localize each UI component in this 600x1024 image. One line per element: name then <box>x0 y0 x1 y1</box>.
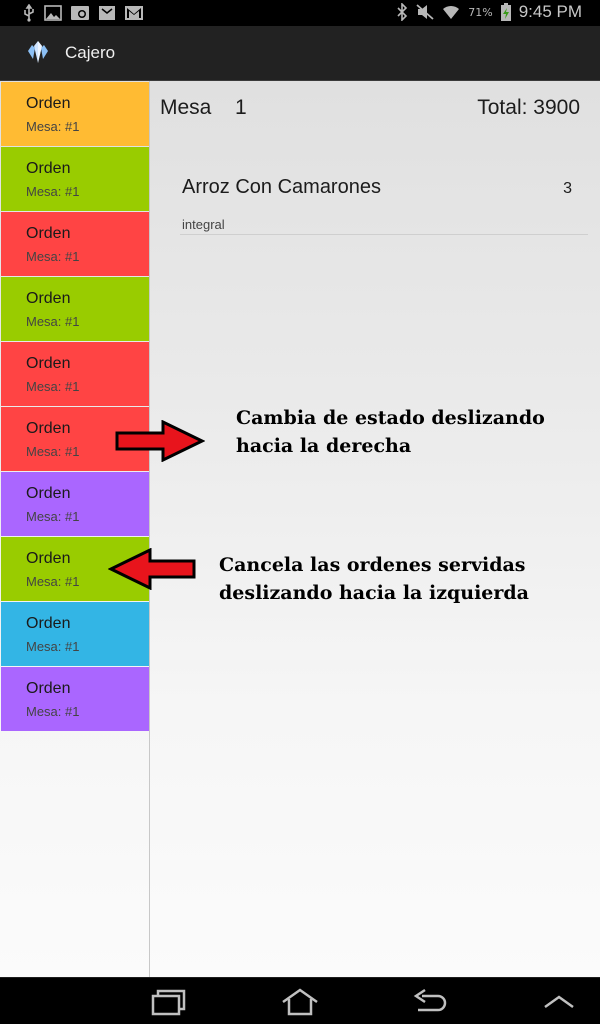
item-name: Arroz Con Camarones <box>182 176 381 198</box>
order-title: Orden <box>26 355 71 372</box>
arrow-right-icon <box>115 420 205 462</box>
arrow-left-icon <box>108 548 196 590</box>
clock: 9:45 PM <box>518 2 582 21</box>
order-item[interactable]: Orden Mesa: #1 <box>1 472 149 536</box>
mute-icon <box>416 4 434 20</box>
recent-apps-icon[interactable] <box>150 988 188 1016</box>
back-icon[interactable] <box>412 988 448 1016</box>
usb-icon <box>24 4 34 22</box>
order-title: Orden <box>26 95 71 112</box>
app-logo-icon[interactable] <box>25 39 51 65</box>
app-title: Cajero <box>65 43 116 62</box>
wifi-icon <box>443 5 460 19</box>
arrow-right-shape <box>115 420 205 462</box>
swipe-right-hint: Cambia de estado deslizando hacia la der… <box>236 404 545 460</box>
swipe-right-hint-line1: Cambia de estado deslizando <box>236 407 545 429</box>
order-table: Mesa: #1 <box>26 184 80 199</box>
order-title: Orden <box>26 485 71 502</box>
order-table: Mesa: #1 <box>26 249 80 264</box>
orders-list[interactable]: Orden Mesa: #1 Orden Mesa: #1 Orden Mesa… <box>0 81 150 977</box>
item-note: integral <box>182 217 225 232</box>
order-table: Mesa: #1 <box>26 639 80 654</box>
table-number: 1 <box>235 96 247 119</box>
order-table: Mesa: #1 <box>26 509 80 524</box>
battery-percent: 71% <box>468 5 493 19</box>
bluetooth-icon <box>397 3 408 21</box>
item-quantity: 3 <box>563 180 572 197</box>
order-table: Mesa: #1 <box>26 574 80 589</box>
system-status: 71% 9:45 PM <box>396 2 582 22</box>
order-item[interactable]: Orden Mesa: #1 <box>1 212 149 276</box>
order-title: Orden <box>26 225 71 242</box>
email-icon <box>99 6 115 20</box>
status-bar: 71% 9:45 PM <box>0 0 600 26</box>
order-detail: Mesa 1 Total: 3900 Arroz Con Camarones 3… <box>150 81 600 977</box>
sync-icon <box>71 6 89 20</box>
order-table: Mesa: #1 <box>26 119 80 134</box>
order-item[interactable]: Orden Mesa: #1 <box>1 277 149 341</box>
image-icon <box>44 5 62 21</box>
gmail-icon <box>125 6 143 20</box>
order-table: Mesa: #1 <box>26 444 80 459</box>
order-item[interactable]: Orden Mesa: #1 <box>1 342 149 406</box>
order-item[interactable]: Orden Mesa: #1 <box>1 602 149 666</box>
divider <box>180 234 588 235</box>
navigation-bar <box>0 977 600 1024</box>
order-table: Mesa: #1 <box>26 379 80 394</box>
order-item[interactable]: Orden Mesa: #1 <box>1 147 149 211</box>
order-table: Mesa: #1 <box>26 314 80 329</box>
order-item[interactable]: Orden Mesa: #1 <box>1 667 149 731</box>
table-label: Mesa <box>160 96 212 119</box>
order-title: Orden <box>26 680 71 697</box>
order-item[interactable]: Orden Mesa: #1 <box>1 82 149 146</box>
swipe-right-hint-line2: hacia la derecha <box>236 435 412 457</box>
order-table: Mesa: #1 <box>26 704 80 719</box>
menu-up-icon[interactable] <box>542 992 576 1012</box>
battery-icon <box>500 3 511 21</box>
swipe-left-hint-line1: Cancela las ordenes servidas <box>219 554 526 576</box>
order-title: Orden <box>26 615 71 632</box>
order-title: Orden <box>26 420 71 437</box>
order-title: Orden <box>26 290 71 307</box>
arrow-left-shape <box>108 548 196 590</box>
action-bar: Cajero <box>0 26 600 81</box>
order-total: Total: 3900 <box>477 96 580 119</box>
notification-icons <box>22 4 144 22</box>
swipe-left-hint: Cancela las ordenes servidas deslizando … <box>219 551 529 607</box>
content-area: Orden Mesa: #1 Orden Mesa: #1 Orden Mesa… <box>0 81 600 977</box>
home-icon[interactable] <box>280 988 320 1016</box>
swipe-left-hint-line2: deslizando hacia la izquierda <box>219 582 529 604</box>
order-title: Orden <box>26 160 71 177</box>
order-title: Orden <box>26 550 71 567</box>
